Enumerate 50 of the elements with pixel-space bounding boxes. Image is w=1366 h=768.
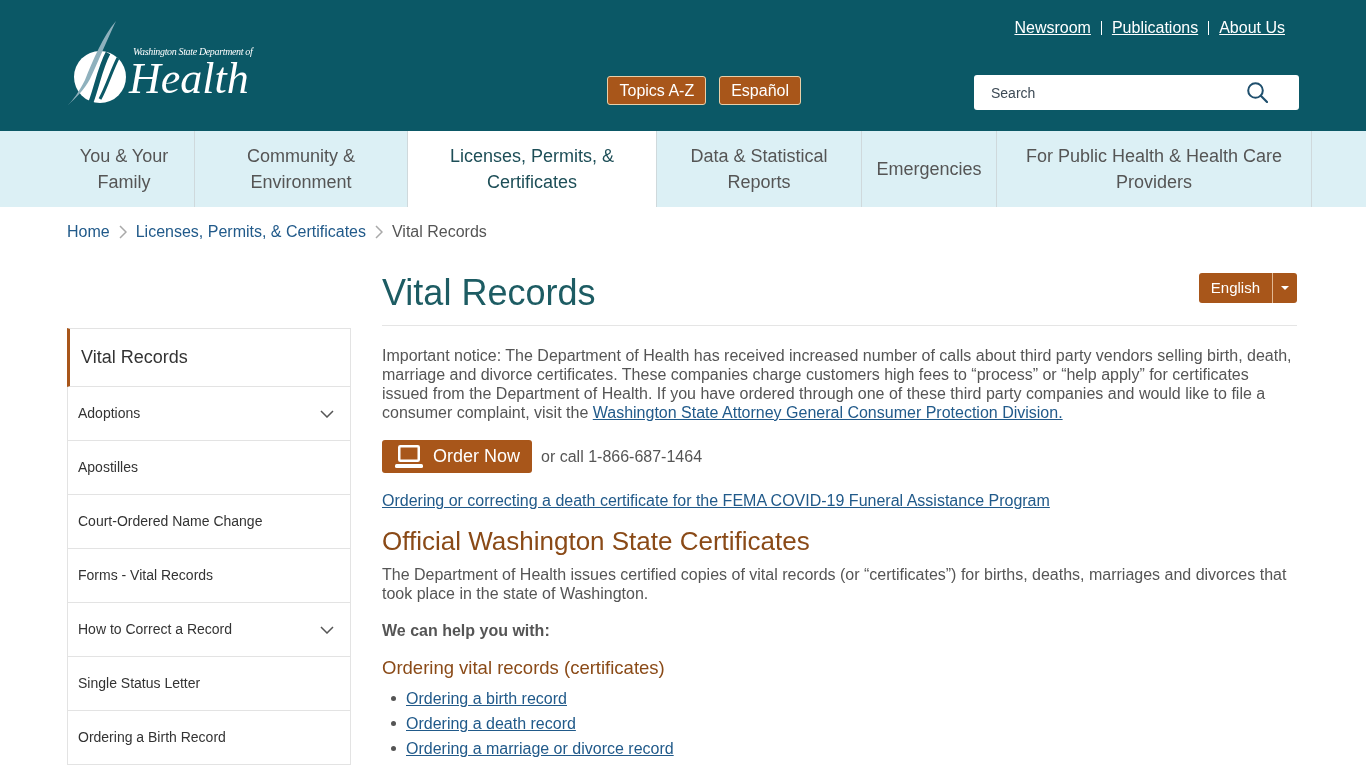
- main-nav-tab[interactable]: Data & Statistical Reports: [657, 131, 862, 207]
- phone-text: or call 1-866-687-1464: [541, 446, 703, 467]
- sidebar-item[interactable]: Apostilles: [67, 441, 351, 495]
- subheading: Ordering vital records (certificates): [382, 656, 666, 680]
- search-icon[interactable]: [1247, 82, 1268, 103]
- logo-title: Health: [129, 58, 249, 100]
- breadcrumb-link[interactable]: Licenses, Permits, & Certificates: [135, 222, 366, 242]
- record-link[interactable]: Ordering a birth record: [406, 686, 567, 711]
- sidebar-item[interactable]: How to Correct a Record: [67, 603, 351, 657]
- utility-link[interactable]: About Us: [1219, 18, 1285, 38]
- record-link[interactable]: Ordering a death record: [406, 711, 576, 736]
- page-title: Vital Records: [382, 271, 596, 315]
- sidebar-item[interactable]: Court-Ordered Name Change: [67, 495, 351, 549]
- chevron-down-icon: [320, 625, 334, 634]
- sidebar-item[interactable]: Forms - Vital Records: [67, 549, 351, 603]
- breadcrumb-current: Vital Records: [392, 222, 487, 242]
- fema-link[interactable]: Ordering or correcting a death certificate for the FEMA COVID-19 Funeral Assistance Program: [382, 492, 1050, 509]
- main-nav-tab[interactable]: Emergencies: [862, 131, 997, 207]
- laptop-icon: [395, 445, 423, 468]
- bullet-icon: [391, 746, 396, 751]
- logo-subtitle: Washington State Department of: [133, 46, 253, 58]
- order-now-button[interactable]: Order Now: [382, 440, 533, 473]
- main-nav-tab[interactable]: For Public Health & Health Care Providers: [997, 131, 1312, 207]
- sidebar-heading[interactable]: Vital Records: [67, 328, 351, 387]
- breadcrumb-link[interactable]: Home: [67, 222, 110, 242]
- sidebar-item[interactable]: Adoptions: [67, 387, 351, 441]
- main-nav-tab[interactable]: Licenses, Permits, & Certificates: [408, 131, 657, 207]
- section-heading: Official Washington State Certificates: [382, 526, 811, 556]
- sidebar-item[interactable]: Ordering a Birth Record: [67, 711, 351, 765]
- caret-down-icon: [1281, 286, 1289, 290]
- attorney-general-link[interactable]: Washington State Attorney General Consumer Protection Division.: [592, 404, 1063, 421]
- chevron-icon: [118, 225, 127, 239]
- utility-link[interactable]: Publications: [1111, 18, 1199, 38]
- utility-link[interactable]: Newsroom: [1014, 18, 1091, 38]
- search-field[interactable]: Search: [974, 75, 1299, 110]
- help-label: We can help you with:: [382, 621, 551, 640]
- section-text: The Department of Health issues certified copies of vital records (or “certificates”) for births, deaths, marriages and divorces that took place in the state of Washington.: [382, 565, 1288, 603]
- feather-emblem-icon: [67, 20, 127, 106]
- chevron-icon: [375, 225, 383, 239]
- header-button[interactable]: Topics A-Z: [607, 76, 707, 105]
- notice-text: Important notice: The Department of Health has received increased number of calls about third party vendors selling birth, death, marriage and divorce certificates. These companies charge customers high fees to “process” or “help apply” for certificates issued from the Department of Health. If you have ordered through one of these third party companies and would like to file a consumer complaint, visit the Washington State Attorney General Consumer Protection Division.: [382, 346, 1293, 422]
- language-button[interactable]: English: [1198, 273, 1272, 303]
- bullet-icon: [391, 696, 396, 701]
- record-link[interactable]: Ordering a marriage or divorce record: [406, 736, 674, 761]
- bullet-icon: [391, 721, 396, 726]
- main-nav-tab[interactable]: You & Your Family: [54, 131, 195, 207]
- header-button[interactable]: Español: [719, 76, 801, 105]
- chevron-down-icon: [320, 409, 334, 418]
- sidebar-item[interactable]: Single Status Letter: [67, 657, 351, 711]
- language-dropdown-button[interactable]: [1272, 273, 1297, 303]
